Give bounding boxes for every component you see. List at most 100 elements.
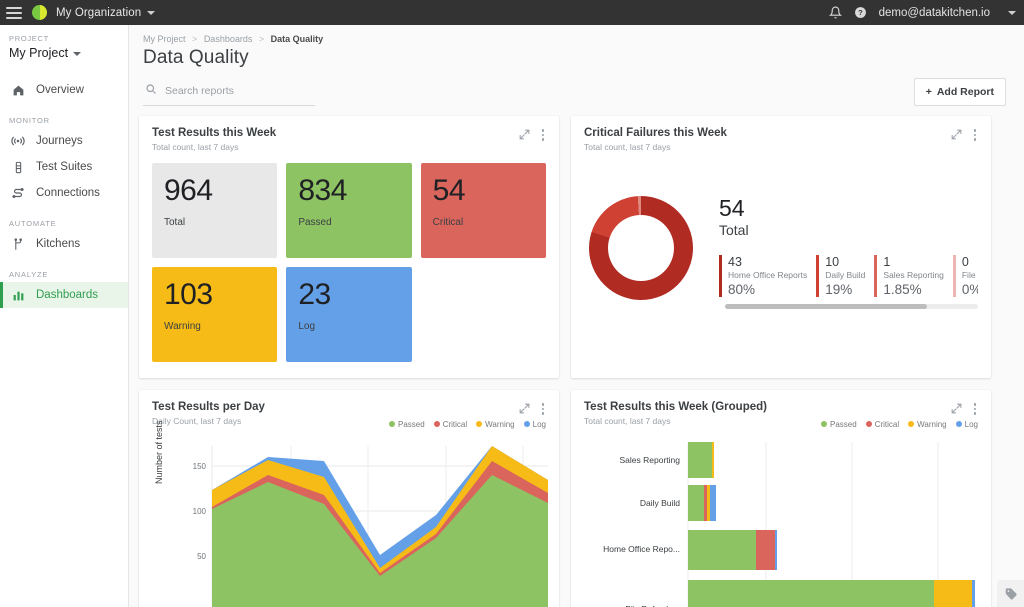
- stat-percent: 0%: [961, 281, 978, 297]
- legend-item-critical[interactable]: Critical: [865, 419, 900, 429]
- sidebar-item-label: Test Suites: [36, 161, 93, 173]
- breadcrumb-item-dashboards[interactable]: Dashboards: [204, 34, 253, 44]
- breadcrumb-item-project[interactable]: My Project: [143, 34, 186, 44]
- legend-item-warning[interactable]: Warning: [476, 420, 515, 429]
- bell-icon[interactable]: [828, 6, 842, 19]
- tile-value: 964: [164, 174, 213, 207]
- card-subtitle: Total count, last 7 days: [152, 142, 239, 152]
- dashboard-grid: Test Results this Week Total count, last…: [129, 106, 1024, 607]
- stat-value: 0: [961, 255, 969, 270]
- legend-label: Warning: [917, 419, 947, 429]
- area-chart-svg: 150 100 50: [193, 445, 548, 607]
- card-title: Critical Failures this Week: [584, 127, 727, 139]
- tile-critical[interactable]: 54 Critical: [420, 163, 546, 258]
- tile-label: Passed: [298, 216, 332, 228]
- search-box[interactable]: [143, 79, 315, 106]
- svg-text:50: 50: [197, 552, 206, 561]
- stat-file-refreshes[interactable]: 0 File Refr 0%: [952, 255, 978, 297]
- sidebar-item-overview[interactable]: Overview: [0, 77, 128, 103]
- home-icon: [11, 84, 25, 97]
- sidebar-item-journeys[interactable]: Journeys: [0, 128, 128, 154]
- tile-total[interactable]: 964 Total: [152, 163, 278, 258]
- legend-item-log[interactable]: Log: [523, 419, 546, 429]
- stats-horizontal-scrollbar[interactable]: [725, 303, 978, 309]
- more-vertical-icon[interactable]: [540, 128, 547, 142]
- help-circle-icon[interactable]: ?: [854, 6, 867, 19]
- legend-label: Critical: [874, 419, 900, 429]
- test-tube-icon: [11, 161, 25, 174]
- legend-label: Warning: [485, 419, 515, 429]
- card-title: Test Results this Week (Grouped): [584, 401, 767, 413]
- legend-item-critical[interactable]: Critical: [433, 420, 467, 429]
- sidebar-section-automate: AUTOMATE: [9, 219, 57, 228]
- add-report-button[interactable]: + Add Report: [913, 78, 1006, 106]
- stat-value: 1: [883, 255, 891, 270]
- expand-icon[interactable]: [950, 402, 963, 415]
- search-input[interactable]: [165, 84, 313, 97]
- page-title: Data Quality: [143, 47, 249, 68]
- project-selector[interactable]: My Project: [9, 46, 128, 60]
- stat-percent: 19%: [825, 281, 853, 297]
- legend-label: Log: [532, 419, 546, 429]
- chevron-down-icon[interactable]: [147, 10, 156, 15]
- sidebar-item-label: Overview: [36, 84, 84, 96]
- more-vertical-icon[interactable]: [972, 128, 979, 142]
- card-title: Test Results this Week: [152, 127, 277, 139]
- card-subtitle: Daily Count, last 7 days: [152, 416, 242, 426]
- area-chart[interactable]: Number of tests 150 100 50: [152, 420, 548, 607]
- more-vertical-icon[interactable]: [540, 402, 547, 416]
- project-name: My Project: [9, 46, 69, 60]
- tile-label: Total: [164, 216, 186, 228]
- stat-name: Sales Reporting: [883, 269, 944, 280]
- stat-home-office-reports[interactable]: 43 Home Office Reports 80%: [719, 255, 807, 297]
- hamburger-icon[interactable]: [6, 6, 22, 19]
- tile-warning[interactable]: 103 Warning: [152, 267, 278, 362]
- user-menu[interactable]: demo@datakitchen.io: [879, 7, 990, 19]
- sidebar-item-dashboards[interactable]: Dashboards: [0, 282, 128, 308]
- chart-legend: Passed Critical Warning Log: [821, 420, 978, 429]
- scorecard-tiles: 964 Total 834 Passed 54 Critical 103 War…: [152, 163, 546, 362]
- more-vertical-icon[interactable]: [972, 402, 979, 416]
- main-content: My Project > Dashboards > Data Quality D…: [129, 25, 1024, 607]
- expand-icon[interactable]: [518, 128, 531, 141]
- donut-chart[interactable]: [589, 196, 693, 300]
- sidebar-section-analyze: ANALYZE: [9, 270, 49, 279]
- sidebar-item-kitchens[interactable]: Kitchens: [0, 231, 128, 257]
- tile-passed[interactable]: 834 Passed: [286, 163, 412, 258]
- stat-value: 10: [825, 255, 840, 270]
- stat-sales-reporting[interactable]: 1 Sales Reporting 1.85%: [874, 255, 944, 297]
- svg-text:Sales Reporting: Sales Reporting: [620, 455, 681, 465]
- project-chevron-down-icon[interactable]: [73, 51, 82, 56]
- sidebar-section-monitor: MONITOR: [9, 116, 50, 125]
- svg-text:100: 100: [193, 507, 207, 516]
- sidebar-item-connections[interactable]: Connections: [0, 180, 128, 206]
- legend-item-passed[interactable]: Passed: [821, 420, 857, 429]
- stat-value: 43: [728, 255, 742, 270]
- top-app-bar: My Organization ? demo@datakitchen.io: [0, 0, 1024, 25]
- organization-selector[interactable]: My Organization: [56, 7, 141, 19]
- legend-item-log[interactable]: Log: [955, 420, 978, 429]
- expand-icon[interactable]: [950, 128, 963, 141]
- donut-total-value: 54: [719, 195, 745, 221]
- sidebar-item-label: Journeys: [36, 135, 83, 147]
- sidebar-item-test-suites[interactable]: Test Suites: [0, 154, 128, 180]
- user-chevron-down-icon[interactable]: [1008, 10, 1016, 15]
- expand-icon[interactable]: [518, 402, 531, 415]
- signal-icon: [11, 134, 25, 148]
- tile-label: Log: [298, 320, 316, 332]
- sidebar: PROJECT My Project Overview MONITOR Jour…: [0, 25, 129, 607]
- tile-log[interactable]: 23 Log: [286, 267, 412, 362]
- card-title: Test Results per Day: [152, 401, 265, 413]
- search-icon: [145, 82, 157, 100]
- sidebar-item-label: Connections: [36, 187, 100, 199]
- breadcrumb-item-current: Data Quality: [270, 34, 324, 44]
- grouped-bar-chart-svg: Sales Reporting Daily Build Home Office …: [603, 441, 975, 607]
- tile-label: Critical: [432, 216, 464, 228]
- stat-daily-build[interactable]: 10 Daily Build 19%: [816, 255, 865, 297]
- grouped-bar-chart[interactable]: Sales Reporting Daily Build Home Office …: [584, 440, 978, 607]
- legend-item-warning[interactable]: Warning: [908, 420, 947, 429]
- legend-item-passed[interactable]: Passed: [389, 420, 425, 429]
- feedback-tag-icon[interactable]: [997, 580, 1024, 607]
- branch-icon: [11, 237, 25, 251]
- svg-text:Home Office Repo...: Home Office Repo...: [603, 544, 680, 554]
